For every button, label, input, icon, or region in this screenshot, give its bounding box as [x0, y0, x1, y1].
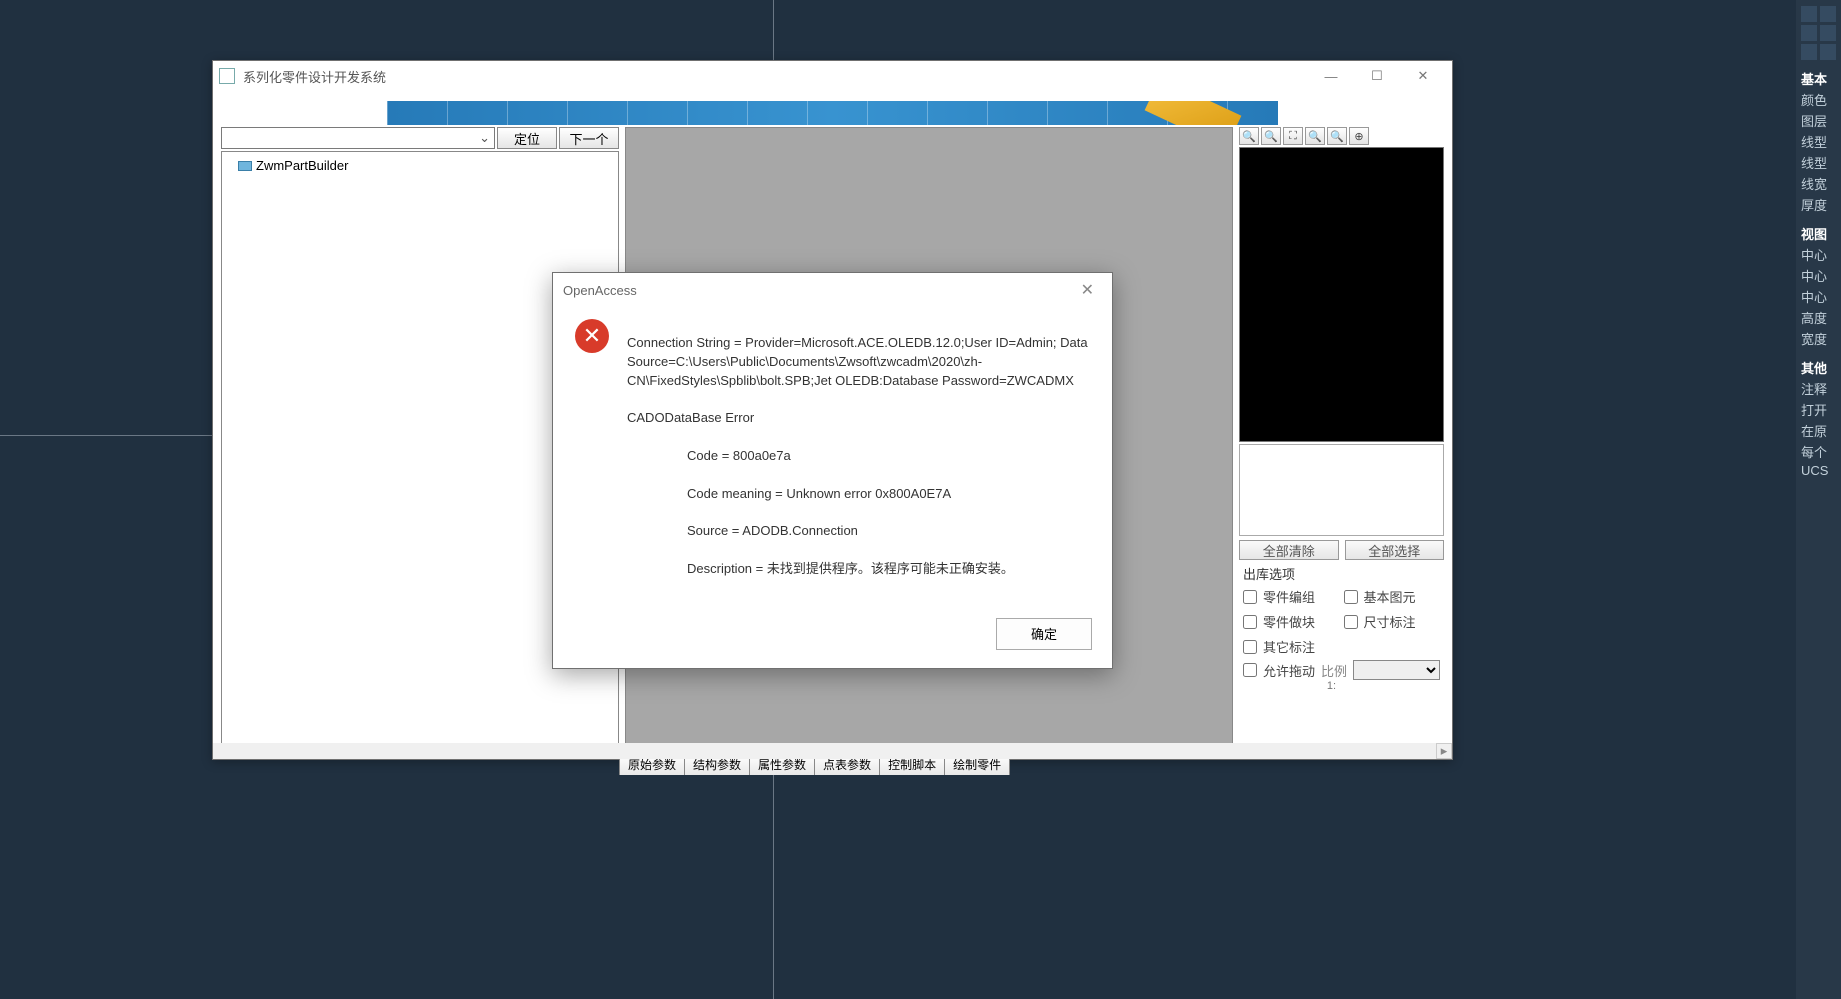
locate-label: 定位 — [514, 129, 540, 148]
rail-label[interactable]: 中心 — [1798, 286, 1839, 307]
rail-icon[interactable] — [1820, 44, 1836, 60]
locate-button[interactable]: 定位 — [497, 127, 557, 149]
zoom-in-icon[interactable]: 🔍 — [1239, 127, 1259, 145]
rail-label[interactable]: 颜色 — [1798, 89, 1839, 110]
preview[interactable] — [1239, 147, 1444, 442]
right-tool-rail: 基本 颜色 图层 线型 线型 线宽 厚度 视图 中心 中心 中心 高度 宽度 其… — [1796, 0, 1841, 999]
dialog-close-button[interactable]: ✕ — [1073, 276, 1102, 304]
rail-icon[interactable] — [1801, 25, 1817, 41]
rail-label[interactable]: 线宽 — [1798, 173, 1839, 194]
rail-icon[interactable] — [1801, 44, 1817, 60]
rail-label[interactable]: 打开 — [1798, 399, 1839, 420]
maximize-button[interactable]: ☐ — [1354, 62, 1400, 90]
scale-label: 比例 — [1321, 661, 1347, 680]
rail-label[interactable]: 中心 — [1798, 265, 1839, 286]
next-label: 下一个 — [569, 129, 608, 148]
check-label: 零件做块 — [1263, 612, 1315, 631]
tree-icon — [238, 161, 252, 171]
msg-conn: Connection String = Provider=Microsoft.A… — [627, 335, 1088, 388]
check-other[interactable]: 其它标注 — [1243, 637, 1340, 656]
rail-label[interactable]: 线型 — [1798, 152, 1839, 173]
rail-icon[interactable] — [1801, 6, 1817, 22]
out-options-label: 出库选项 — [1239, 560, 1444, 585]
rail-icon[interactable] — [1820, 25, 1836, 41]
minimize-button[interactable]: — — [1308, 62, 1354, 90]
tree-root-node[interactable]: ZwmPartBuilder — [228, 156, 612, 175]
h-scrollbar[interactable]: ▸ — [213, 743, 1452, 759]
rail-label: 其他 — [1798, 357, 1839, 378]
rail-label[interactable]: 中心 — [1798, 244, 1839, 265]
clear-all-button[interactable]: 全部清除 — [1239, 540, 1339, 560]
rail-label: 基本 — [1798, 68, 1839, 89]
check-label: 其它标注 — [1263, 637, 1315, 656]
check-group[interactable]: 零件编组 — [1243, 587, 1340, 606]
next-button[interactable]: 下一个 — [559, 127, 619, 149]
msg-err: CADODataBase Error — [627, 410, 754, 425]
rail-label: 视图 — [1798, 223, 1839, 244]
check-basic[interactable]: 基本图元 — [1344, 587, 1441, 606]
check-drag[interactable]: 允许拖动 — [1243, 661, 1315, 680]
msg-source: Source = ADODB.Connection — [627, 522, 1090, 541]
titlebar[interactable]: 系列化零件设计开发系统 — ☐ ✕ — [213, 61, 1452, 91]
select-all-button[interactable]: 全部选择 — [1345, 540, 1445, 560]
zoom-out-icon[interactable]: 🔍 — [1261, 127, 1281, 145]
window-title: 系列化零件设计开发系统 — [243, 67, 386, 86]
error-dialog: OpenAccess ✕ ✕ Connection String = Provi… — [552, 272, 1113, 669]
selection-list[interactable] — [1239, 444, 1444, 536]
scroll-right-icon[interactable]: ▸ — [1436, 743, 1452, 759]
check-dim[interactable]: 尺寸标注 — [1344, 612, 1441, 631]
error-icon: ✕ — [575, 319, 609, 353]
scale-select[interactable] — [1353, 660, 1440, 680]
tree-root-label: ZwmPartBuilder — [256, 158, 348, 173]
app-icon — [219, 68, 235, 84]
rail-label[interactable]: 线型 — [1798, 131, 1839, 152]
rail-label[interactable]: 图层 — [1798, 110, 1839, 131]
close-button[interactable]: ✕ — [1400, 62, 1446, 90]
check-label: 允许拖动 — [1263, 661, 1315, 680]
zoom-prev-icon[interactable]: 🔍 — [1327, 127, 1347, 145]
check-label: 基本图元 — [1364, 587, 1416, 606]
msg-meaning: Code meaning = Unknown error 0x800A0E7A — [627, 485, 1090, 504]
rail-label[interactable]: 高度 — [1798, 307, 1839, 328]
rail-label[interactable]: 注释 — [1798, 378, 1839, 399]
rail-label[interactable]: 每个 — [1798, 441, 1839, 462]
rail-icon[interactable] — [1820, 6, 1836, 22]
msg-code: Code = 800a0e7a — [627, 447, 1090, 466]
rail-label[interactable]: 宽度 — [1798, 328, 1839, 349]
header-banner — [387, 101, 1278, 125]
dialog-titlebar[interactable]: OpenAccess ✕ — [553, 273, 1112, 307]
ok-button[interactable]: 确定 — [996, 618, 1092, 650]
dialog-title: OpenAccess — [563, 283, 637, 298]
zoom-window-icon[interactable]: 🔍 — [1305, 127, 1325, 145]
zoom-center-icon[interactable]: ⊕ — [1349, 127, 1369, 145]
rail-label[interactable]: 在原 — [1798, 420, 1839, 441]
msg-desc: Description = 未找到提供程序。该程序可能未正确安装。 — [627, 560, 1090, 579]
scale-readout: 1: — [1239, 680, 1444, 692]
search-combo[interactable]: ⌄ — [221, 127, 495, 149]
zoom-extents-icon[interactable]: ⛶ — [1283, 127, 1303, 145]
rail-label[interactable]: UCS — [1798, 462, 1839, 479]
rail-label[interactable]: 厚度 — [1798, 194, 1839, 215]
check-label: 尺寸标注 — [1364, 612, 1416, 631]
dialog-message: Connection String = Provider=Microsoft.A… — [627, 315, 1090, 598]
chevron-down-icon: ⌄ — [479, 130, 490, 146]
check-block[interactable]: 零件做块 — [1243, 612, 1340, 631]
check-label: 零件编组 — [1263, 587, 1315, 606]
